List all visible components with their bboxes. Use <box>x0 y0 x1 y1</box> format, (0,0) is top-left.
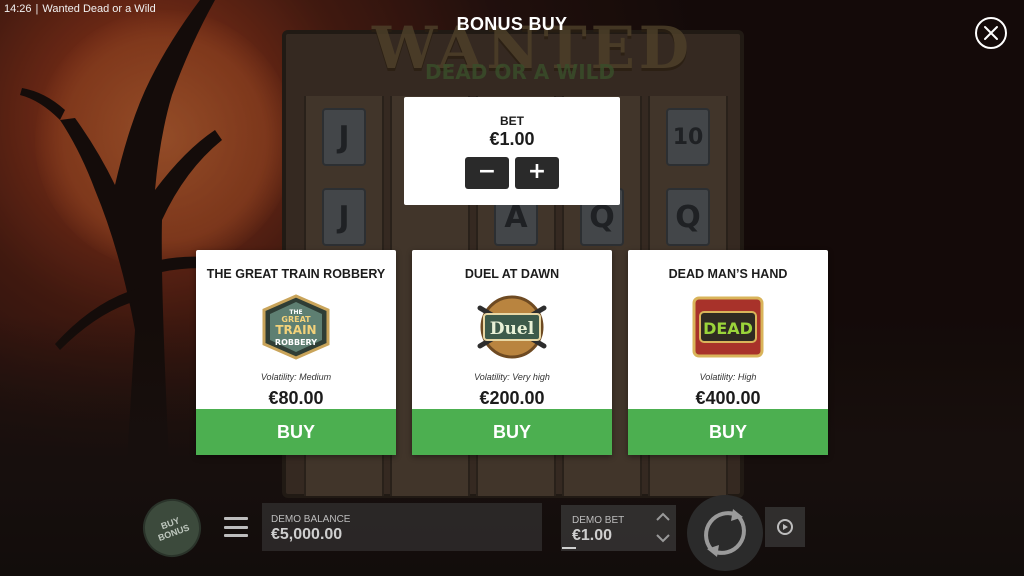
badge-text: TRAIN <box>275 323 316 337</box>
bet-controls: − + <box>404 157 620 189</box>
buy-button[interactable]: BUY <box>412 409 612 455</box>
demo-bet-value: €1.00 <box>572 527 613 544</box>
badge-text: Duel <box>490 319 535 339</box>
menu-line <box>224 534 248 537</box>
bonus-offer-duel-at-dawn: DUEL AT DAWN Duel Volatility: Very high … <box>412 250 612 455</box>
dead-mans-hand-badge-icon: DEAD <box>692 296 764 358</box>
offer-volatility: Volatility: Very high <box>474 372 550 382</box>
decrease-bet-button[interactable]: − <box>465 157 509 189</box>
spin-icon <box>704 509 746 557</box>
bet-value: €1.00 <box>489 129 535 149</box>
offer-price: €200.00 <box>479 388 545 408</box>
badge-text: ROBBERY <box>275 338 317 347</box>
offer-price: €80.00 <box>268 388 324 408</box>
demo-bet-box: DEMO BET €1.00 <box>561 505 676 551</box>
duel-badge-icon: Duel <box>477 295 547 359</box>
offer-name: DUEL AT DAWN <box>464 267 560 281</box>
offer-volatility: Volatility: Medium <box>260 372 332 382</box>
offer-price: €400.00 <box>695 388 761 408</box>
demo-balance-box: DEMO BALANCE €5,000.00 <box>262 503 542 551</box>
chevron-up-icon[interactable] <box>655 510 671 524</box>
autoplay-button[interactable] <box>765 507 805 547</box>
bet-label: BET <box>500 114 524 128</box>
hamburger-menu-icon[interactable] <box>224 517 248 537</box>
buy-button[interactable]: BUY <box>196 409 396 455</box>
bet-panel: BET €1.00 − + <box>404 97 620 205</box>
train-robbery-badge-icon: THE GREAT TRAIN ROBBERY <box>262 294 330 360</box>
offer-volatility: Volatility: High <box>699 372 757 382</box>
autoplay-icon <box>777 519 793 535</box>
menu-line <box>224 525 248 529</box>
bonus-buy-title: BONUS BUY <box>456 14 568 34</box>
balance-label: DEMO BALANCE <box>271 514 351 525</box>
increase-bet-button[interactable]: + <box>515 157 559 189</box>
menu-line <box>224 517 248 520</box>
buy-button[interactable]: BUY <box>628 409 828 455</box>
bonus-offer-train-robbery: THE GREAT TRAIN ROBBERY THE GREAT TRAIN … <box>196 250 396 455</box>
bonus-offer-dead-mans-hand: DEAD MAN’S HAND DEAD Volatility: High €4… <box>628 250 828 455</box>
close-icon <box>984 26 998 40</box>
chevron-down-icon[interactable] <box>655 531 671 545</box>
spin-button[interactable] <box>687 495 763 571</box>
balance-value: €5,000.00 <box>271 526 343 543</box>
close-button[interactable] <box>975 17 1007 49</box>
offer-name: DEAD MAN’S HAND <box>668 267 788 281</box>
badge-text: DEAD <box>703 319 753 338</box>
demo-bet-label: DEMO BET <box>572 515 625 526</box>
demo-bet-indicator <box>562 547 576 549</box>
offer-name: THE GREAT TRAIN ROBBERY <box>206 267 386 281</box>
